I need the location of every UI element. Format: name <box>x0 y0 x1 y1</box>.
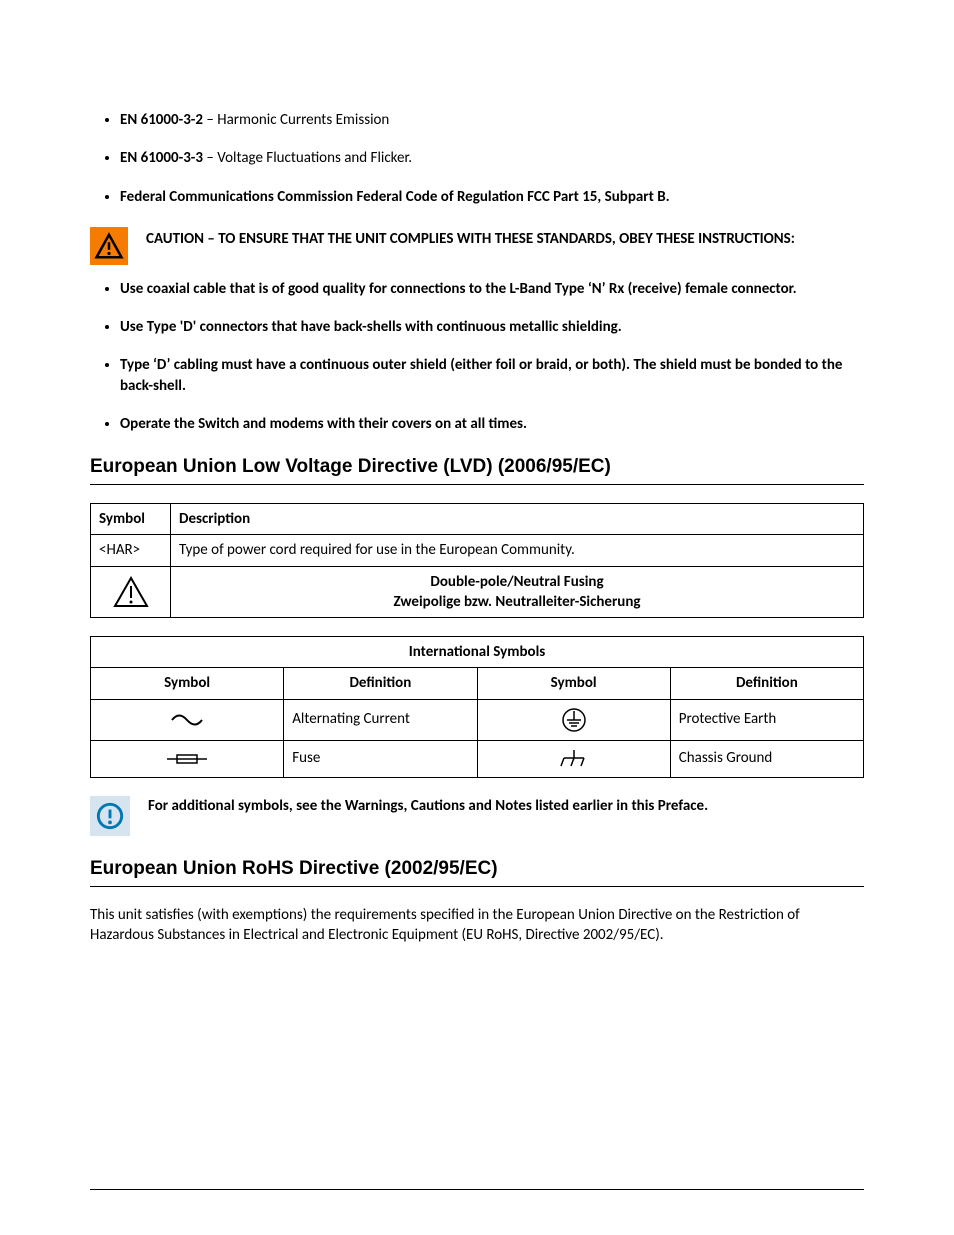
td-caution-symbol <box>91 566 171 618</box>
ac-symbol <box>91 699 284 740</box>
info-text: For additional symbols, see the Warnings… <box>148 796 708 816</box>
fuse-def: Fuse <box>284 740 477 777</box>
th-symbol: Symbol <box>477 668 670 699</box>
td-fusing-text: Double-pole/Neutral Fusing Zweipolige bz… <box>171 566 864 618</box>
lvd-table: Symbol Description <HAR> Type of power c… <box>90 503 864 618</box>
cg-symbol <box>477 740 670 777</box>
caution-triangle-icon <box>113 576 149 608</box>
protective-earth-icon <box>561 707 587 733</box>
rohs-paragraph: This unit satisfies (with exemptions) th… <box>90 905 864 946</box>
th-symbol: Symbol <box>91 504 171 535</box>
list-item: Federal Communications Commission Federa… <box>120 187 864 207</box>
th-definition: Definition <box>670 668 863 699</box>
list-item: Type ‘D’ cabling must have a continuous … <box>120 355 864 396</box>
caution-block: CAUTION – TO ENSURE THAT THE UNIT COMPLI… <box>90 227 864 265</box>
chassis-ground-icon <box>559 748 589 770</box>
pe-symbol <box>477 699 670 740</box>
caution-text: CAUTION – TO ENSURE THAT THE UNIT COMPLI… <box>146 227 795 249</box>
list-item: Use coaxial cable that is of good qualit… <box>120 279 864 299</box>
td-har-symbol: <HAR> <box>91 535 171 566</box>
th-symbol: Symbol <box>91 668 284 699</box>
ac-wave-icon <box>170 713 204 727</box>
info-icon <box>90 796 130 836</box>
fuse-icon <box>165 752 209 766</box>
fuse-symbol <box>91 740 284 777</box>
heading-rule <box>90 886 864 887</box>
intl-symbols-table: International Symbols Symbol Definition … <box>90 636 864 778</box>
list-item: EN 61000-3-3 – Voltage Fluctuations and … <box>120 148 864 168</box>
th-description: Description <box>171 504 864 535</box>
heading-lvd: European Union Low Voltage Directive (LV… <box>90 456 864 478</box>
list-item: EN 61000-3-2 – Harmonic Currents Emissio… <box>120 110 864 130</box>
list-item: Use Type 'D' connectors that have back-s… <box>120 317 864 337</box>
standards-list: EN 61000-3-2 – Harmonic Currents Emissio… <box>90 110 864 207</box>
heading-rule <box>90 484 864 485</box>
td-har-desc: Type of power cord required for use in t… <box>171 535 864 566</box>
pe-def: Protective Earth <box>670 699 863 740</box>
instructions-list: Use coaxial cable that is of good qualit… <box>90 279 864 434</box>
heading-rohs: European Union RoHS Directive (2002/95/E… <box>90 858 864 880</box>
cg-def: Chassis Ground <box>670 740 863 777</box>
warning-triangle-icon <box>90 227 128 265</box>
info-block: For additional symbols, see the Warnings… <box>90 796 864 836</box>
th-definition: Definition <box>284 668 477 699</box>
ac-def: Alternating Current <box>284 699 477 740</box>
list-item: Operate the Switch and modems with their… <box>120 414 864 434</box>
page-footer-rule <box>90 1189 864 1190</box>
intl-title: International Symbols <box>91 637 864 668</box>
